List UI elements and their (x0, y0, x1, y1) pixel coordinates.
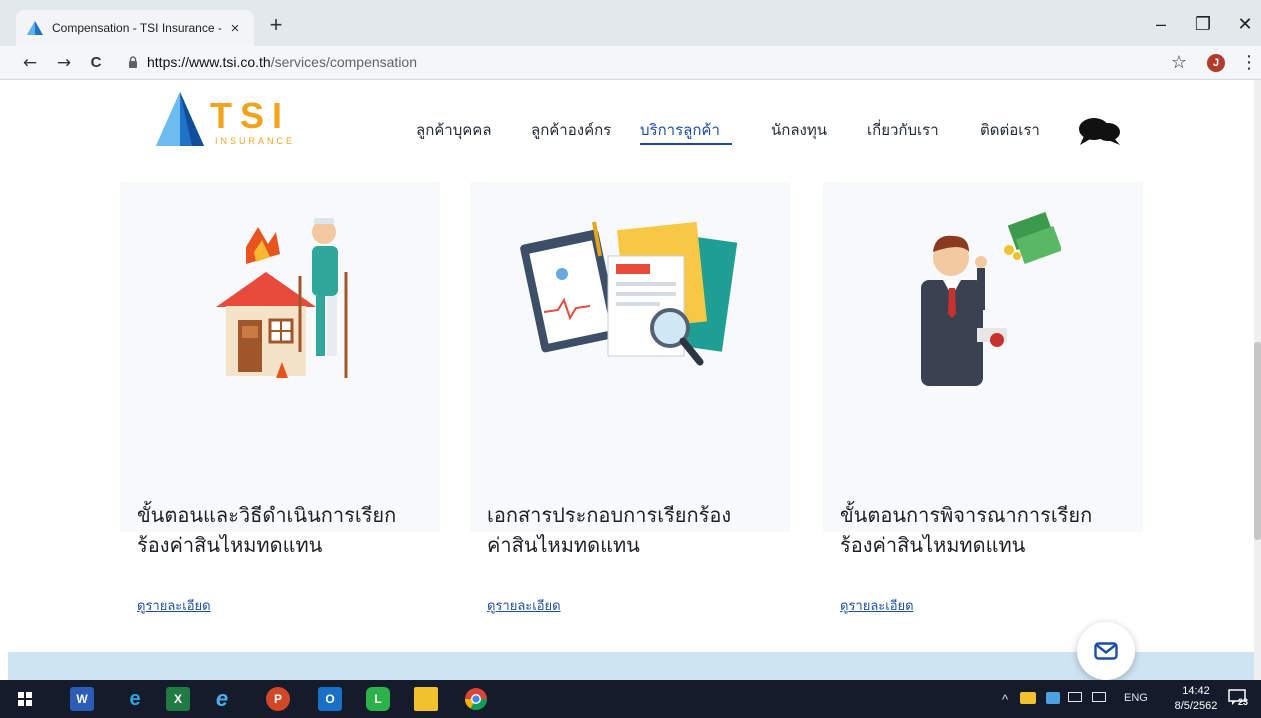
taskbar-clock[interactable]: 14:42 8/5/2562 (1170, 684, 1222, 714)
clock-date: 8/5/2562 (1174, 700, 1218, 712)
page-viewport: TSI INSURANCE ลูกค้าบุคคล ลูกค้าองค์กร บ… (0, 80, 1254, 680)
logo-text: TSI (210, 95, 291, 136)
browser-tab-bar: Compensation - TSI Insurance - × + – ❐ ✕ (0, 0, 1261, 46)
browser-menu-icon[interactable]: ⋮ (1240, 52, 1258, 74)
card-claim-procedure: ขั้นตอนและวิธีดำเนินการเรียก ร้องค่าสินไ… (120, 182, 440, 614)
tray-chevron-icon[interactable]: ^ (1002, 692, 1008, 707)
nav-item-customer-service[interactable]: บริการลูกค้า (640, 118, 720, 142)
tray-volume-icon[interactable] (1092, 692, 1106, 702)
outlook-icon[interactable]: O (318, 687, 342, 711)
mail-icon (1094, 642, 1118, 660)
line-app-icon[interactable]: L (366, 687, 390, 711)
card-claim-documents: เอกสารประกอบการเรียกร้อง ค่าสินไหมทดแทน … (470, 182, 790, 614)
card-title-line: ร้องค่าสินไหมทดแทน (840, 533, 1026, 557)
browser-address-bar: ← → C https://www.tsi.co.th/services/com… (0, 46, 1261, 80)
notification-count: 23 (1238, 697, 1249, 707)
minimize-button[interactable]: – (1148, 12, 1174, 36)
tray-language[interactable]: ENG (1124, 692, 1148, 704)
excel-icon[interactable]: X (166, 687, 190, 711)
card-title-line: ขั้นตอนและวิธีดำเนินการเรียก (137, 503, 397, 527)
footer-band (8, 652, 1254, 680)
forward-button[interactable]: → (52, 51, 76, 75)
file-explorer-icon[interactable] (414, 687, 438, 711)
card-title: เอกสารประกอบการเรียกร้อง ค่าสินไหมทดแทน (487, 500, 731, 560)
tray-display-icon[interactable] (1068, 692, 1082, 702)
house-fire-injured-person-illustration (216, 218, 348, 378)
nav-item-investors[interactable]: นักลงทุน (771, 118, 827, 142)
businessman-money-illustration (921, 211, 1061, 386)
tray-network-icon[interactable] (1046, 692, 1060, 704)
documents-clipboard-magnifier-illustration (520, 221, 738, 366)
edge-icon[interactable]: e (123, 687, 147, 711)
windows-taskbar: W e X e P O L ^ ENG 14:42 8/5/2562 23 (0, 680, 1261, 718)
nav-item-about[interactable]: เกี่ยวกับเรา (867, 118, 939, 142)
windows-start-icon[interactable] (18, 692, 32, 706)
internet-explorer-icon[interactable]: e (210, 687, 234, 711)
url-field[interactable]: https://www.tsi.co.th/services/compensat… (147, 54, 417, 70)
card-details-link[interactable]: ดูรายละเอียด (487, 595, 561, 616)
card-title-line: ขั้นตอนการพิจารณาการเรียก (840, 503, 1093, 527)
tab-title: Compensation - TSI Insurance - (52, 21, 222, 35)
powerpoint-icon[interactable]: P (266, 687, 290, 711)
profile-avatar[interactable]: J (1207, 54, 1225, 72)
card-title-line: ค่าสินไหมทดแทน (487, 533, 640, 557)
card-title: ขั้นตอนและวิธีดำเนินการเรียก ร้องค่าสินไ… (137, 500, 396, 560)
chrome-icon[interactable] (464, 687, 488, 711)
new-tab-button[interactable]: + (266, 12, 286, 38)
card-details-link[interactable]: ดูรายละเอียด (840, 595, 914, 616)
word-icon[interactable]: W (70, 687, 94, 711)
screen: Compensation - TSI Insurance - × + – ❐ ✕… (0, 0, 1261, 718)
close-window-button[interactable]: ✕ (1232, 12, 1258, 36)
reload-button[interactable]: C (84, 51, 108, 75)
logo-subtext: INSURANCE (215, 136, 296, 146)
card-title-line: ร้องค่าสินไหมทดแทน (137, 533, 323, 557)
tsi-favicon-icon (27, 21, 43, 35)
bookmark-star-icon[interactable]: ☆ (1168, 52, 1190, 74)
maximize-button[interactable]: ❐ (1190, 12, 1216, 36)
url-path: /services/compensation (270, 54, 418, 70)
card-title-line: เอกสารประกอบการเรียกร้อง (487, 503, 732, 527)
nav-item-corporate[interactable]: ลูกค้าองค์กร (531, 118, 611, 142)
card-details-link[interactable]: ดูรายละเอียด (137, 595, 211, 616)
mail-button[interactable] (1077, 622, 1135, 680)
page-scrollbar-thumb[interactable] (1254, 342, 1261, 540)
notification-center-icon[interactable]: 23 (1228, 687, 1252, 711)
nav-item-individual[interactable]: ลูกค้าบุคคล (416, 118, 492, 142)
tab-close-icon[interactable]: × (226, 20, 244, 37)
back-button[interactable]: ← (18, 51, 42, 75)
nav-active-underline (640, 143, 732, 145)
card-claim-consideration: ขั้นตอนการพิจารณาการเรียก ร้องค่าสินไหมท… (823, 182, 1143, 614)
browser-tab[interactable]: Compensation - TSI Insurance - × (16, 10, 254, 46)
lock-icon (129, 56, 137, 68)
nav-item-contact[interactable]: ติดต่อเรา (980, 118, 1040, 142)
url-host: https://www.tsi.co.th (147, 54, 271, 70)
clock-time: 14:42 (1182, 685, 1210, 697)
chat-bubbles-icon[interactable] (1076, 116, 1122, 146)
card-title: ขั้นตอนการพิจารณาการเรียก ร้องค่าสินไหมท… (840, 500, 1092, 560)
tray-app-icon[interactable] (1020, 692, 1036, 704)
